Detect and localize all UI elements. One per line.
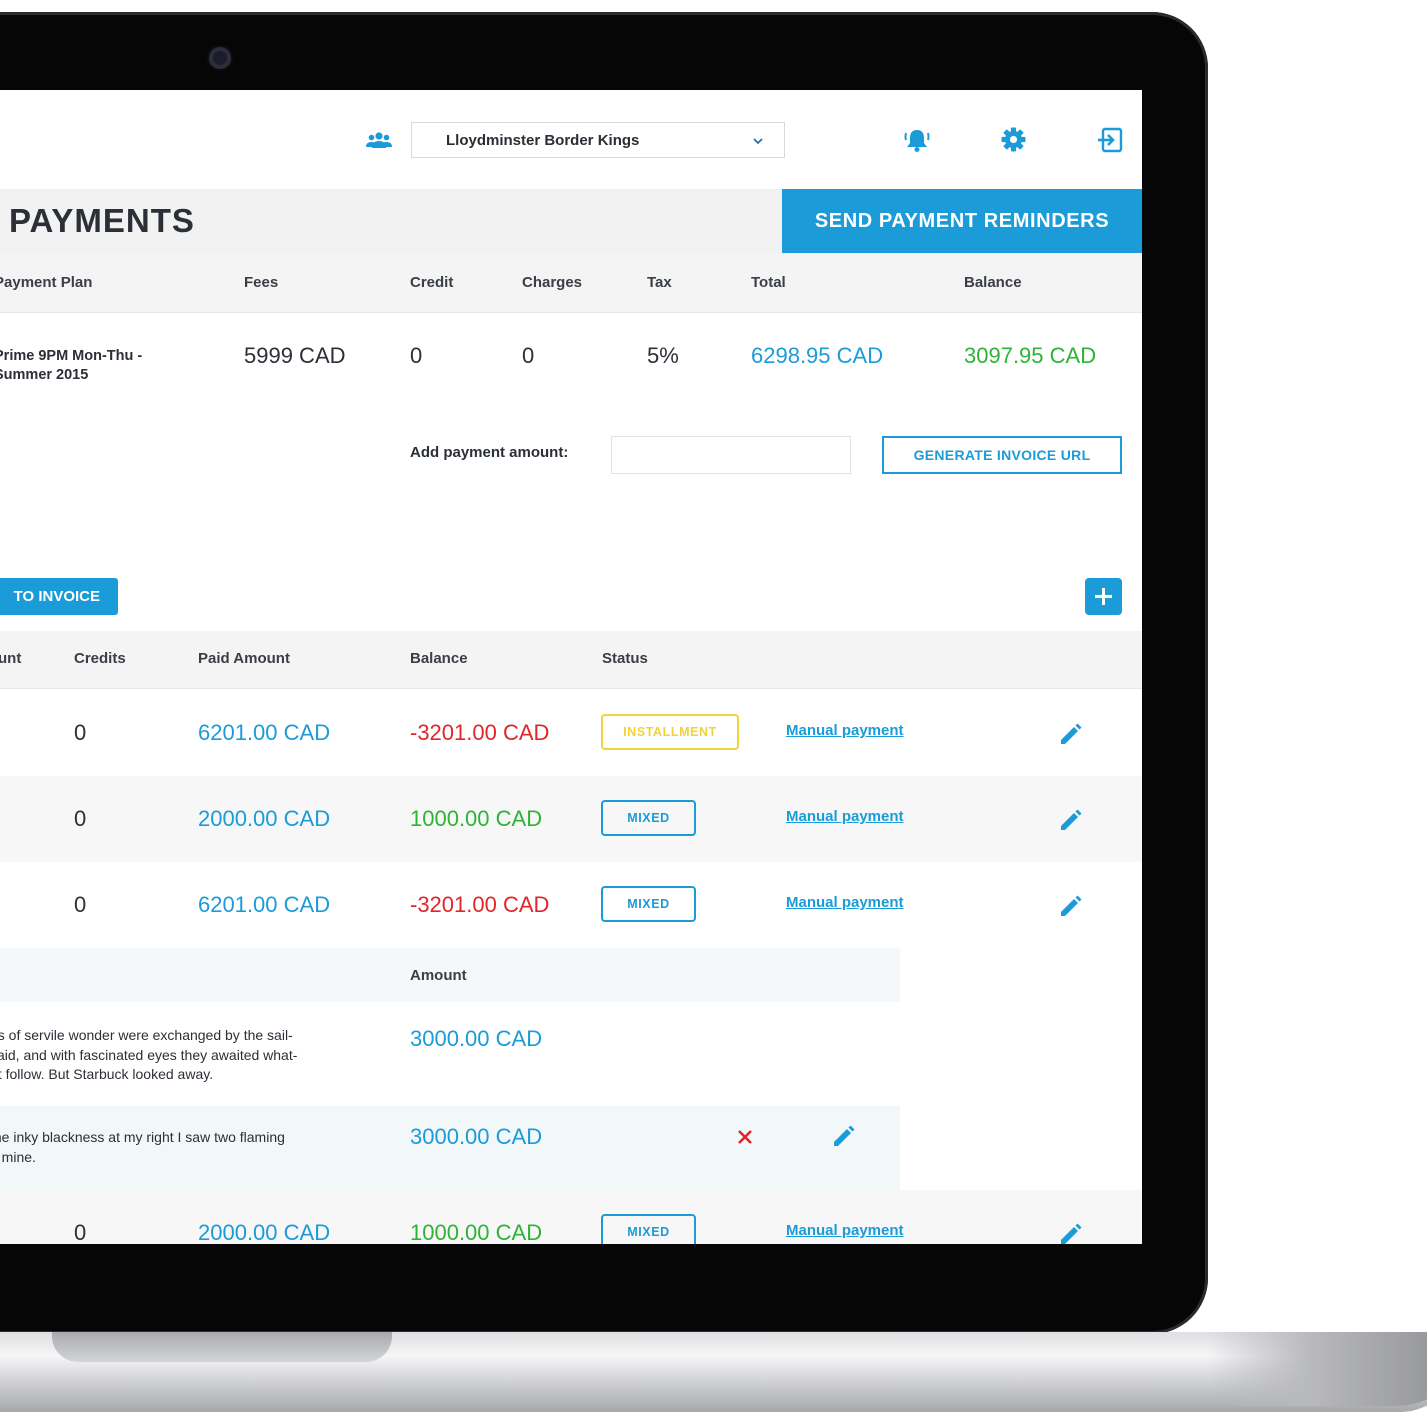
description-line: ht follow. But Starbuck looked away. <box>0 1066 214 1082</box>
description-line: the inky blackness at my right I saw two… <box>0 1129 285 1145</box>
col-total: Total <box>751 274 786 291</box>
plan-charges: 0 <box>522 343 535 368</box>
col-credits: Credits <box>74 650 126 667</box>
col-tax: Tax <box>647 274 672 291</box>
row-balance: 1000.00 CAD <box>410 1220 543 1244</box>
table-row: 0 2000.00 CAD 1000.00 CAD MIXED Manual p… <box>0 776 1142 862</box>
row-paid: 2000.00 CAD <box>198 806 331 831</box>
chevron-down-icon <box>753 138 763 145</box>
manual-payment-link[interactable]: Manual payment <box>786 1222 904 1239</box>
plan-fees: 5999 CAD <box>244 343 346 368</box>
status-badge: MIXED <box>601 800 696 836</box>
description-line: said, and with fascinated eyes they awai… <box>0 1046 298 1063</box>
table-row: 0 6201.00 CAD -3201.00 CAD INSTALLMENT M… <box>0 690 1142 776</box>
col-amount: unt <box>0 650 22 667</box>
col-payment-plan: Payment Plan <box>0 274 93 291</box>
col-fees: Fees <box>244 274 279 291</box>
col-status: Status <box>602 650 648 667</box>
manual-payment-link[interactable]: Manual payment <box>786 894 904 911</box>
edit-icon[interactable] <box>1057 720 1083 746</box>
manual-payment-link[interactable]: Manual payment <box>786 722 904 739</box>
add-payment-label: Add payment amount: <box>410 444 569 461</box>
status-badge: MIXED <box>601 886 696 922</box>
table-row: 0 2000.00 CAD 1000.00 CAD MIXED Manual p… <box>0 1190 1142 1244</box>
generate-invoice-url-button[interactable]: GENERATE INVOICE URL <box>882 436 1122 474</box>
description-line: o mine. <box>0 1148 36 1165</box>
title-bar: PAYMENTS <box>0 189 782 253</box>
manual-payment-link[interactable]: Manual payment <box>786 808 904 825</box>
row-balance: -3201.00 CAD <box>410 720 550 745</box>
row-credits: 0 <box>74 806 87 831</box>
row-credits: 0 <box>74 892 87 917</box>
logout-icon[interactable] <box>1096 127 1123 153</box>
payment-details-header: Amount <box>0 948 900 1002</box>
row-credits: 0 <box>74 720 87 745</box>
top-bar: Lloydminster Border Kings <box>0 90 1142 188</box>
plan-name: Prime 9PM Mon-Thu - Summer 2015 <box>0 347 142 385</box>
plus-icon <box>1095 588 1112 605</box>
plan-total: 6298.95 CAD <box>751 343 884 368</box>
payment-detail-description: es of servile wonder were exchanged by t… <box>0 1026 385 1085</box>
row-balance: 1000.00 CAD <box>410 806 543 831</box>
team-select[interactable]: Lloydminster Border Kings <box>411 122 785 158</box>
row-paid: 6201.00 CAD <box>198 720 331 745</box>
add-invoice-button[interactable] <box>1085 578 1122 615</box>
col-charges: Charges <box>522 274 583 291</box>
edit-icon[interactable] <box>1057 892 1083 918</box>
row-balance: -3201.00 CAD <box>410 892 550 917</box>
plan-balance: 3097.95 CAD <box>964 343 1097 368</box>
col-credit: Credit <box>410 274 454 291</box>
plan-name-line1: Prime 9PM Mon-Thu - <box>0 348 143 364</box>
payment-detail-row: the inky blackness at my right I saw two… <box>0 1106 900 1190</box>
edit-icon[interactable] <box>830 1122 856 1148</box>
payment-detail-row: es of servile wonder were exchanged by t… <box>0 1002 900 1106</box>
col-paid-amount: Paid Amount <box>198 650 290 667</box>
row-credits: 0 <box>74 1220 87 1244</box>
plan-tax: 5% <box>647 343 679 368</box>
col-detail-amount: Amount <box>410 967 467 984</box>
status-badge: MIXED <box>601 1214 696 1244</box>
team-icon[interactable] <box>365 130 393 150</box>
payment-amount-input[interactable] <box>611 436 851 474</box>
payment-detail-amount: 3000.00 CAD <box>410 1124 543 1149</box>
gear-icon[interactable] <box>1000 126 1027 153</box>
webcam-icon <box>209 47 231 69</box>
plan-table-header: Payment Plan Fees Credit Charges Tax Tot… <box>0 253 1142 313</box>
bell-icon[interactable] <box>903 127 931 153</box>
laptop-base-notch <box>52 1332 392 1362</box>
table-row: 0 6201.00 CAD -3201.00 CAD MIXED Manual … <box>0 862 1142 948</box>
send-payment-reminders-button[interactable]: SEND PAYMENT REMINDERS <box>782 189 1142 253</box>
payment-detail-description: the inky blackness at my right I saw two… <box>0 1128 385 1167</box>
col-invoice-balance: Balance <box>410 650 468 667</box>
app-screen: Lloydminster Border Kings PAYMENTS SEND … <box>0 90 1142 1244</box>
plan-credit: 0 <box>410 343 423 368</box>
row-paid: 2000.00 CAD <box>198 1220 331 1244</box>
close-icon[interactable] <box>736 1128 754 1146</box>
laptop-base-edge <box>1207 1332 1427 1406</box>
status-badge: INSTALLMENT <box>601 714 739 750</box>
plan-name-line2: Summer 2015 <box>0 367 89 383</box>
invoice-table-header: unt Credits Paid Amount Balance Status <box>0 631 1142 689</box>
edit-icon[interactable] <box>1057 806 1083 832</box>
description-line: es of servile wonder were exchanged by t… <box>0 1027 293 1043</box>
payment-detail-amount: 3000.00 CAD <box>410 1026 543 1051</box>
edit-icon[interactable] <box>1057 1220 1083 1244</box>
row-paid: 6201.00 CAD <box>198 892 331 917</box>
col-balance: Balance <box>964 274 1022 291</box>
plan-row: Prime 9PM Mon-Thu - Summer 2015 5999 CAD… <box>0 313 1142 428</box>
add-to-invoice-button[interactable]: TO INVOICE <box>0 578 118 615</box>
team-select-value: Lloydminster Border Kings <box>446 132 640 149</box>
page-title: PAYMENTS <box>9 202 195 239</box>
